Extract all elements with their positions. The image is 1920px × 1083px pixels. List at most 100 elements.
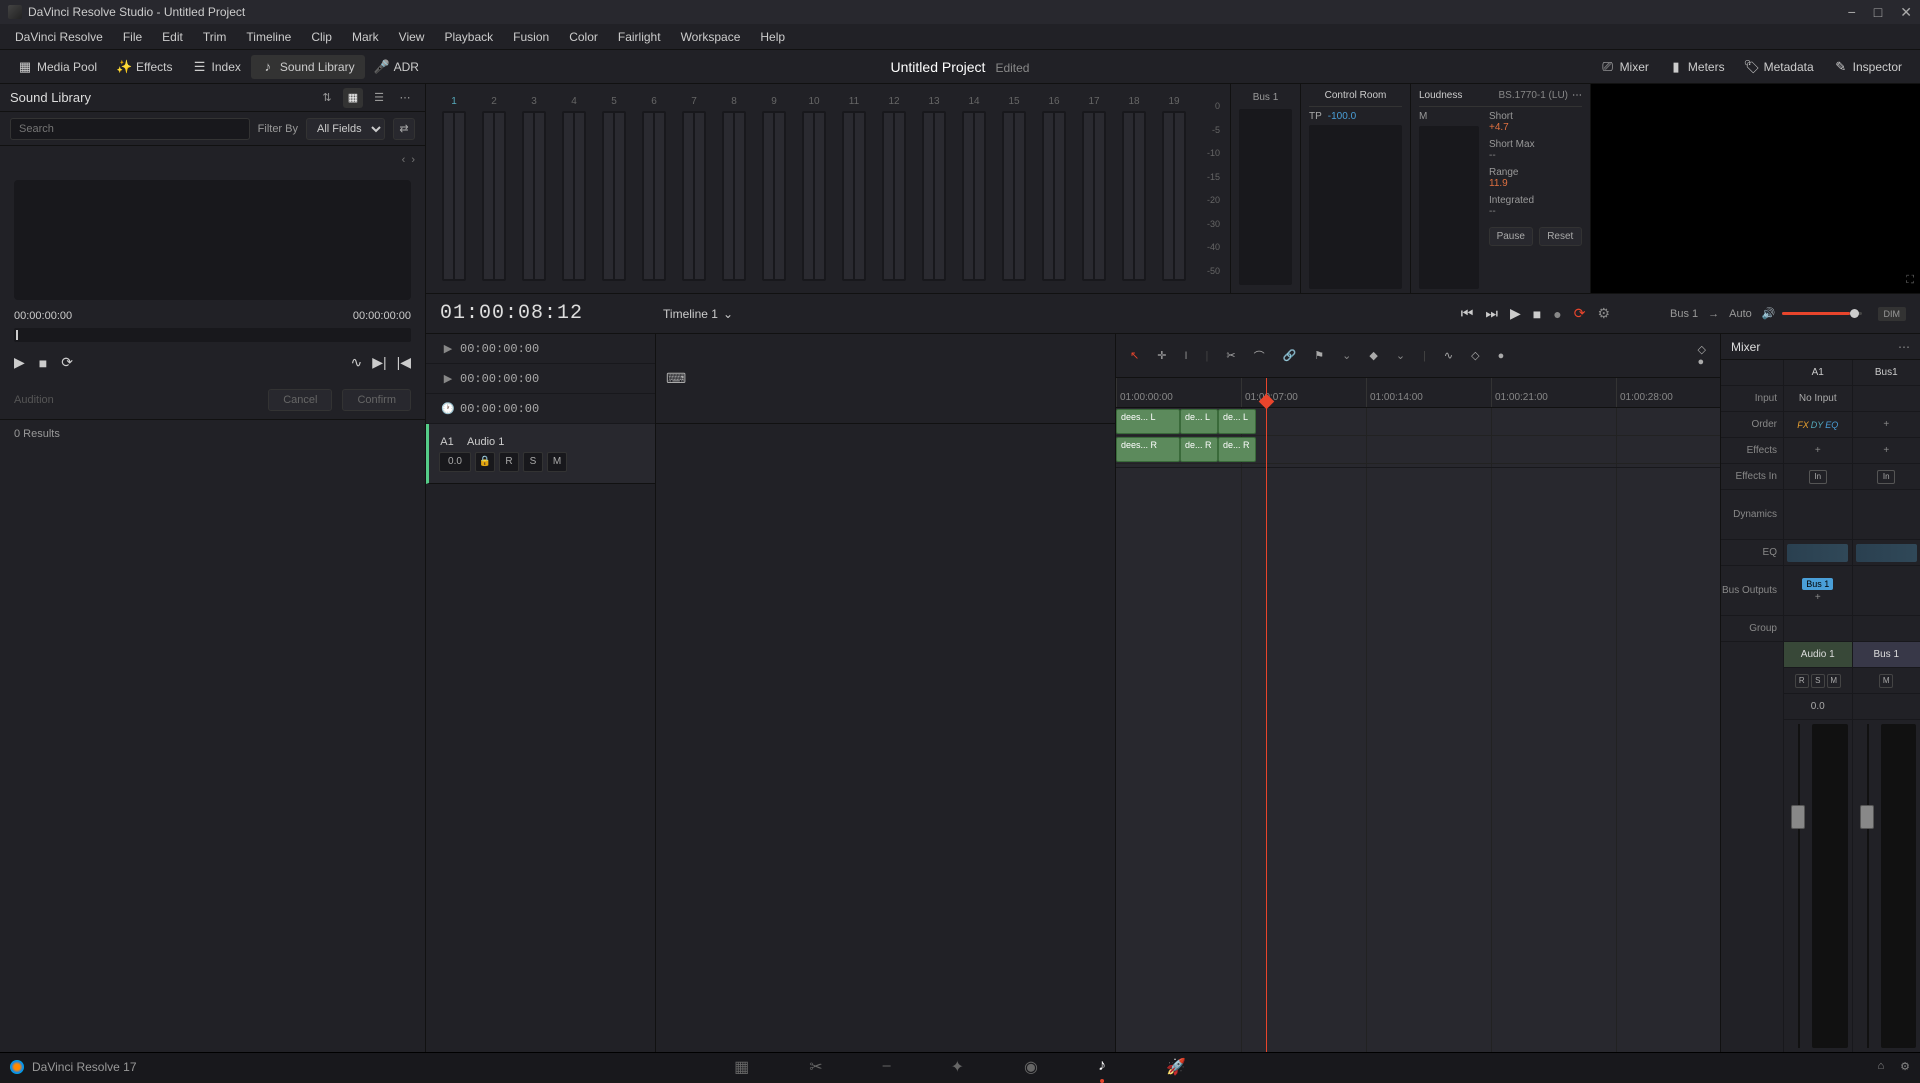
text-tool-icon[interactable]: I	[1184, 350, 1187, 362]
clip[interactable]: de... L	[1218, 409, 1256, 434]
effects-in-button[interactable]: In	[1809, 470, 1827, 484]
ch-db[interactable]: 0.0	[1784, 694, 1852, 720]
close-button[interactable]: ✕	[1900, 4, 1912, 21]
bus-output-tag[interactable]: Bus 1	[1802, 578, 1833, 590]
more-options-icon[interactable]: ⋯	[395, 88, 415, 108]
clip[interactable]: dees... L	[1116, 409, 1180, 434]
fusion-page-icon[interactable]: ✦	[951, 1057, 964, 1077]
ch-solo[interactable]: S	[1811, 674, 1825, 688]
meter-track-18[interactable]: 18	[1116, 96, 1152, 281]
minimize-button[interactable]: −	[1848, 4, 1856, 21]
meter-track-17[interactable]: 17	[1076, 96, 1112, 281]
fast-forward-icon[interactable]: ⏭	[1485, 305, 1498, 322]
eq-box[interactable]	[1787, 544, 1848, 562]
preview-loop-icon[interactable]: ⟳	[61, 354, 73, 371]
video-tc-icon[interactable]: ▶	[436, 342, 460, 355]
loop-icon[interactable]: ⟳	[1574, 305, 1586, 322]
adr-button[interactable]: 🎤ADR	[365, 55, 429, 79]
nav-back-icon[interactable]: ‹	[402, 154, 406, 166]
meter-track-15[interactable]: 15	[996, 96, 1032, 281]
settings-icon[interactable]: ⚙	[1900, 1060, 1910, 1073]
reset-button[interactable]: Reset	[1539, 227, 1583, 246]
zoom-out-icon[interactable]: ◇	[1698, 344, 1706, 356]
edit-page-icon[interactable]: ⎯	[883, 1057, 891, 1077]
rewind-icon[interactable]: ⏮	[1461, 305, 1474, 322]
metadata-button[interactable]: 🏷Metadata	[1735, 55, 1824, 79]
preview-play-icon[interactable]: ▶	[14, 354, 25, 371]
inspector-button[interactable]: ✎Inspector	[1824, 55, 1912, 79]
pointer-tool-icon[interactable]: ↖	[1130, 349, 1139, 362]
marker-icon[interactable]: ◆	[1369, 349, 1377, 362]
link-icon[interactable]: 🔗	[1283, 349, 1297, 362]
meter-track-9[interactable]: 9	[756, 96, 792, 281]
video-preview[interactable]: ⛶	[1590, 84, 1920, 293]
menu-timeline[interactable]: Timeline	[237, 27, 300, 47]
preview-wave-icon[interactable]: ∿	[350, 354, 362, 371]
meter-track-1[interactable]: 1	[436, 96, 472, 281]
range-tool-icon[interactable]: ✛	[1157, 349, 1166, 362]
menu-view[interactable]: View	[390, 27, 434, 47]
add-effect-icon[interactable]: +	[1883, 445, 1889, 456]
meter-track-14[interactable]: 14	[956, 96, 992, 281]
timeline-selector[interactable]: Timeline 1⌄	[663, 307, 733, 321]
menu-playback[interactable]: Playback	[435, 27, 502, 47]
meter-track-13[interactable]: 13	[916, 96, 952, 281]
confirm-button[interactable]: Confirm	[342, 389, 411, 411]
tc-3[interactable]: 00:00:00:00	[460, 402, 539, 416]
order-plus[interactable]: +	[1883, 419, 1889, 430]
bus-output-cell[interactable]	[1853, 566, 1920, 616]
meter-track-6[interactable]: 6	[636, 96, 672, 281]
cancel-button[interactable]: Cancel	[268, 389, 332, 411]
fairlight-page-icon[interactable]: ♪	[1098, 1057, 1106, 1077]
stop-icon[interactable]: ■	[1533, 306, 1541, 322]
menu-fairlight[interactable]: Fairlight	[609, 27, 670, 47]
filter-select[interactable]: All Fields	[306, 118, 385, 140]
ch-mute[interactable]: M	[1827, 674, 1841, 688]
tc-2[interactable]: 00:00:00:00	[460, 372, 539, 386]
menu-workspace[interactable]: Workspace	[672, 27, 750, 47]
clock-tc-icon[interactable]: 🕐	[436, 402, 460, 415]
clip[interactable]: de... R	[1218, 437, 1256, 462]
meter-track-16[interactable]: 16	[1036, 96, 1072, 281]
tc-1[interactable]: 00:00:00:00	[460, 342, 539, 356]
clip[interactable]: dees... R	[1116, 437, 1180, 462]
ch-fader[interactable]	[1857, 724, 1877, 1048]
ch-input[interactable]: No Input	[1784, 386, 1852, 412]
ch-mute[interactable]: M	[1879, 674, 1893, 688]
meter-track-4[interactable]: 4	[556, 96, 592, 281]
waveform-preview[interactable]	[14, 180, 411, 300]
mixer-options-icon[interactable]: ⋯	[1898, 340, 1910, 354]
snap-icon[interactable]: ⌒	[1254, 348, 1265, 364]
group-cell[interactable]	[1853, 616, 1920, 642]
flag-chevron-icon[interactable]: ⌄	[1342, 349, 1351, 362]
sort-icon[interactable]: ⇅	[317, 88, 337, 108]
mixer-button[interactable]: ⎚Mixer	[1591, 55, 1659, 79]
solo-button[interactable]: S	[523, 452, 543, 472]
monitor-bus[interactable]: Bus 1	[1670, 308, 1698, 320]
home-icon[interactable]: ⌂	[1877, 1060, 1884, 1073]
menu-fusion[interactable]: Fusion	[504, 27, 558, 47]
play-icon[interactable]: ▶	[1510, 305, 1521, 322]
effects-in-button[interactable]: In	[1877, 470, 1895, 484]
cut-page-icon[interactable]: ✂	[809, 1057, 822, 1077]
menu-davinci[interactable]: DaVinci Resolve	[6, 27, 112, 47]
pause-button[interactable]: Pause	[1489, 227, 1533, 246]
clip[interactable]: de... L	[1180, 409, 1218, 434]
group-cell[interactable]	[1784, 616, 1852, 642]
clip[interactable]: de... R	[1180, 437, 1218, 462]
record-icon[interactable]: ●	[1553, 306, 1561, 322]
dot-icon[interactable]: ●	[1498, 350, 1505, 362]
expand-icon[interactable]: ⛶	[1906, 274, 1914, 287]
maximize-button[interactable]: □	[1874, 4, 1882, 21]
meter-track-7[interactable]: 7	[676, 96, 712, 281]
sound-library-button[interactable]: ♪Sound Library	[251, 55, 365, 79]
preview-next-icon[interactable]: ▶|	[372, 354, 386, 371]
ch-name[interactable]: Audio 1	[1784, 642, 1852, 668]
list-view-icon[interactable]: ☰	[369, 88, 389, 108]
media-pool-button[interactable]: ▦Media Pool	[8, 55, 107, 79]
lock-icon[interactable]: 🔒	[475, 452, 495, 472]
zoom-in-icon[interactable]: ●	[1698, 356, 1705, 368]
volume-slider[interactable]	[1782, 312, 1862, 315]
automation-icon[interactable]: ⚙	[1597, 305, 1610, 322]
preview-stop-icon[interactable]: ■	[39, 355, 47, 371]
